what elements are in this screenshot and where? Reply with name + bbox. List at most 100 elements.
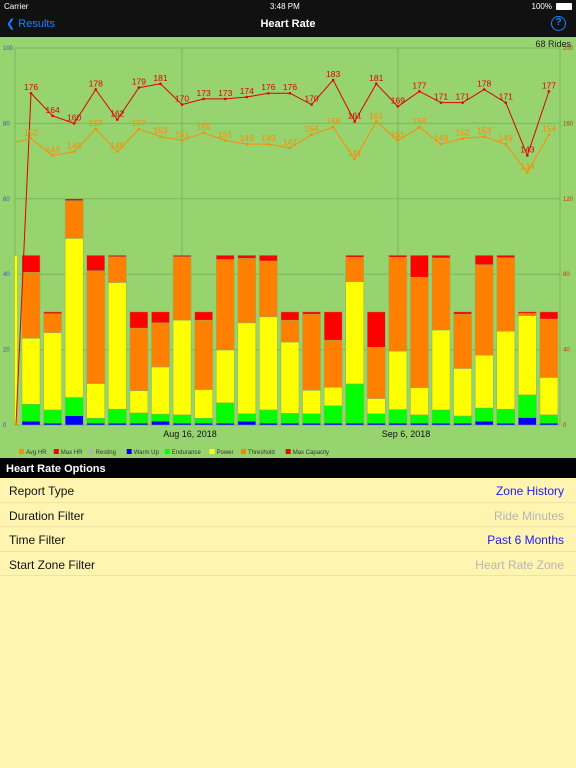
help-icon[interactable]: ? xyxy=(551,16,566,31)
data-label: 162 xyxy=(110,109,124,119)
legend-entry: Threshold xyxy=(248,450,275,456)
left-axis-tick: 0 xyxy=(3,423,7,429)
right-axis-tick: 80 xyxy=(563,272,570,278)
bar-segment-threshold xyxy=(172,256,192,321)
legend-swatch xyxy=(285,449,291,454)
data-label: 153 xyxy=(153,126,167,136)
options-header: Heart Rate Options xyxy=(0,458,576,478)
line-point xyxy=(331,78,335,82)
bar-segment-endurance xyxy=(388,409,408,424)
bar-segment-warm-up xyxy=(474,420,494,426)
bar-segment-power xyxy=(108,282,127,410)
time: 3:48 PM xyxy=(270,2,300,11)
bar-segment-threshold xyxy=(108,256,127,283)
data-label: 174 xyxy=(240,86,254,96)
data-label: 176 xyxy=(24,82,38,92)
line-point xyxy=(223,97,227,101)
line-point xyxy=(482,88,486,91)
bar-segment-power xyxy=(259,316,278,411)
bar-segment-power xyxy=(194,389,213,419)
bar-segment-power xyxy=(86,383,105,419)
bar-segment-max-capacity xyxy=(86,255,105,272)
line-point xyxy=(116,150,119,153)
option-value[interactable]: Ride Minutes xyxy=(494,509,564,523)
bar-segment-max-capacity xyxy=(518,311,537,314)
data-label: 154 xyxy=(304,124,318,134)
option-value[interactable]: Zone History xyxy=(496,484,564,498)
data-label: 157 xyxy=(132,118,146,128)
line-point xyxy=(94,127,98,131)
data-label: 158 xyxy=(412,116,426,126)
right-axis-tick: 120 xyxy=(563,197,574,203)
option-row-start-zone-filter[interactable]: Start Zone Filter Heart Rate Zone xyxy=(0,552,576,576)
legend-swatch xyxy=(241,449,246,454)
bar-segment-warm-up xyxy=(410,422,429,426)
bar-segment-threshold xyxy=(259,260,278,318)
bar-segment-threshold xyxy=(367,347,386,399)
option-label: Time Filter xyxy=(9,533,66,547)
option-row-duration-filter[interactable]: Duration Filter Ride Minutes xyxy=(0,503,576,527)
bar-segment-threshold xyxy=(280,319,300,343)
bar-segment-threshold xyxy=(215,259,235,351)
heart-rate-chart: 0 20 40 60 80 100 0 40 80 120 160 200 68 Rides Aug 16… xyxy=(0,37,576,458)
bar-segment-power xyxy=(237,322,257,414)
bar-segment-warm-up xyxy=(496,422,516,426)
data-label: 173 xyxy=(197,88,211,98)
data-label: 153 xyxy=(477,126,491,136)
legend-entry: Power xyxy=(217,450,234,456)
ride-count: 68 Rides xyxy=(535,39,571,49)
data-label: 183 xyxy=(326,69,340,79)
bar-segment-threshold xyxy=(43,313,62,333)
option-value[interactable]: Heart Rate Zone xyxy=(475,558,564,572)
data-label: 151 xyxy=(391,129,405,139)
bar-segment-warm-up xyxy=(388,422,408,426)
option-row-time-filter[interactable]: Time Filter Past 6 Months xyxy=(0,527,576,552)
chart-svg: 0204060801000408012016020068 RidesAug 16… xyxy=(3,39,574,456)
legend-swatch xyxy=(88,449,94,454)
data-label: 154 xyxy=(542,124,556,134)
line-point xyxy=(94,88,98,91)
line-point xyxy=(461,101,464,104)
bar-segment-endurance xyxy=(323,405,343,424)
bar-segment-power xyxy=(410,387,429,416)
bar-segment-warm-up xyxy=(108,422,127,426)
bar-segment-power xyxy=(323,387,343,407)
data-label: 177 xyxy=(412,80,426,90)
nav-bar: ❮ Results Heart Rate ? xyxy=(0,12,576,37)
page-title: Heart Rate xyxy=(260,18,316,30)
line-point xyxy=(180,103,184,106)
right-axis-tick: 160 xyxy=(563,121,574,127)
data-label: 179 xyxy=(132,77,146,87)
data-label: 181 xyxy=(153,73,167,83)
bar-segment-warm-up xyxy=(539,422,559,426)
line-point xyxy=(331,125,335,129)
line-point xyxy=(439,101,443,104)
bar-segment-warm-up xyxy=(86,422,105,426)
bar-segment-threshold xyxy=(410,276,429,388)
data-label: 161 xyxy=(369,111,383,121)
legend-entry: Endurance xyxy=(172,450,202,456)
bar-segment-threshold xyxy=(345,256,364,282)
bar-segment-endurance xyxy=(151,413,170,422)
data-label: 143 xyxy=(45,144,59,154)
bar-segment-endurance xyxy=(496,408,516,424)
bar-segment-warm-up xyxy=(237,420,257,426)
bar-segment-warm-up xyxy=(280,422,300,426)
bar-segment-endurance xyxy=(43,409,62,424)
data-label: 161 xyxy=(348,111,362,121)
bar-segment-power xyxy=(474,355,494,409)
legend-entry: Resting xyxy=(96,450,116,456)
status-bar: Carrier 3:48 PM 100% xyxy=(0,0,576,12)
bar-segment-warm-up xyxy=(323,422,343,426)
legend-swatch xyxy=(164,449,170,454)
bar-segment-endurance xyxy=(302,413,321,424)
bar-segment-max-capacity xyxy=(151,311,170,324)
bar-segment-endurance xyxy=(474,407,494,422)
data-label: 176 xyxy=(283,82,297,92)
battery-icon xyxy=(556,3,572,10)
bar-segment-power xyxy=(43,332,62,411)
option-row-report-type[interactable]: Report Type Zone History xyxy=(0,478,576,503)
option-value[interactable]: Past 6 Months xyxy=(487,533,564,547)
data-label: 149 xyxy=(261,133,275,143)
data-label: 155 xyxy=(197,122,211,132)
